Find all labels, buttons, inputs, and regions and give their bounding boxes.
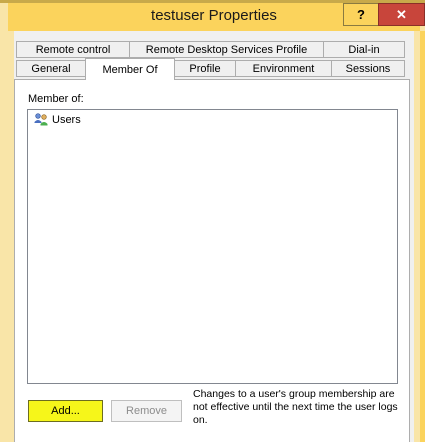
member-of-panel: Member of: Users Add... Remove Changes t… — [14, 79, 410, 442]
tab-profile[interactable]: Profile — [174, 60, 236, 77]
remove-button[interactable]: Remove — [111, 400, 182, 422]
dialog-client-area: Remote control Remote Desktop Services P… — [14, 31, 414, 442]
tab-remote-control[interactable]: Remote control — [16, 41, 130, 58]
member-of-list[interactable]: Users — [27, 109, 398, 384]
tab-label: General — [31, 62, 71, 75]
close-button[interactable]: ✕ — [378, 3, 425, 26]
window-right-border — [420, 31, 425, 442]
tab-label: Remote Desktop Services Profile — [145, 43, 308, 56]
close-icon: ✕ — [396, 6, 407, 22]
tab-label: Profile — [189, 62, 221, 75]
tab-label: Remote control — [35, 43, 111, 56]
list-item[interactable]: Users — [34, 113, 81, 126]
tab-environment[interactable]: Environment — [235, 60, 332, 77]
tab-label: Sessions — [345, 62, 391, 75]
help-button[interactable]: ? — [343, 3, 379, 26]
tab-member-of[interactable]: Member Of — [85, 58, 175, 80]
list-item-label: Users — [52, 113, 81, 126]
membership-note: Changes to a user's group membership are… — [193, 388, 398, 426]
tab-label: Dial-in — [348, 43, 380, 56]
tab-remote-desktop-services-profile[interactable]: Remote Desktop Services Profile — [129, 41, 324, 58]
title-bar[interactable]: testuser Properties ? ✕ — [8, 3, 425, 31]
tab-dial-in[interactable]: Dial-in — [323, 41, 405, 58]
member-of-label: Member of: — [28, 93, 84, 105]
tab-general[interactable]: General — [16, 60, 86, 77]
tab-label: Environment — [252, 62, 315, 75]
add-button[interactable]: Add... — [28, 400, 103, 422]
group-icon — [34, 113, 48, 126]
tab-sessions[interactable]: Sessions — [331, 60, 405, 77]
tab-label: Member Of — [102, 63, 158, 76]
